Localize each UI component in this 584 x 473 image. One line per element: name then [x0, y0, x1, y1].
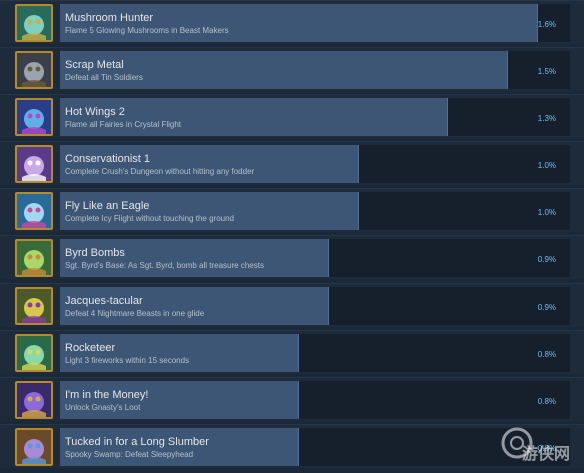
progress-track [60, 239, 570, 277]
achievement-title: Mushroom Hunter [65, 12, 154, 24]
scrap-metal-icon [15, 51, 53, 89]
unlock-percentage: 0.8% [537, 350, 556, 359]
unlock-percentage: 1.3% [537, 114, 556, 123]
achievement-row: Conservationist 1 Complete Crush's Dungeo… [0, 141, 584, 185]
achievement-title: Fly Like an Eagle [65, 200, 150, 212]
achievement-title: Jacques-tacular [65, 295, 143, 307]
achievement-row: Scrap Metal Defeat all Tin Soldiers 1.5% [0, 47, 584, 91]
progress-track [60, 334, 570, 372]
unlock-percentage: 1.0% [537, 161, 556, 170]
achievement-description: Sgt. Byrd's Base: As Sgt. Byrd, bomb all… [65, 261, 264, 270]
achievement-description: Flame 5 Glowing Mushrooms in Beast Maker… [65, 26, 229, 35]
achievement-row: Fly Like an Eagle Complete Icy Flight wit… [0, 188, 584, 232]
achievement-description: Defeat 4 Nightmare Beasts in one glide [65, 309, 205, 318]
unlock-percentage: 1.5% [537, 67, 556, 76]
achievement-row: Jacques-tacular Defeat 4 Nightmare Beasts… [0, 283, 584, 327]
fly-like-an-eagle-icon [15, 192, 53, 230]
jacques-tacular-icon [15, 287, 53, 325]
achievement-description: Light 3 fireworks within 15 seconds [65, 356, 190, 365]
achievement-title: Scrap Metal [65, 59, 124, 71]
rocketeer-icon [15, 334, 53, 372]
progress-track [60, 98, 570, 136]
conservationist-icon [15, 145, 53, 183]
achievement-title: Rocketeer [65, 342, 116, 354]
achievement-title: Hot Wings 2 [65, 106, 125, 118]
achievement-row: Rocketeer Light 3 fireworks within 15 sec… [0, 330, 584, 374]
achievement-title: Byrd Bombs [65, 247, 125, 259]
achievement-description: Flame all Fairies in Crystal Flight [65, 120, 182, 129]
achievement-title: Tucked in for a Long Slumber [65, 436, 209, 448]
in-the-money-icon [15, 381, 53, 419]
achievement-description: Complete Icy Flight without touching the… [65, 214, 234, 223]
achievement-description: Defeat all Tin Soldiers [65, 73, 143, 82]
achievement-row: Tucked in for a Long Slumber Spooky Swamp… [0, 424, 584, 468]
progress-fill [60, 51, 508, 89]
watermark-text: 游侠网 [522, 446, 571, 463]
long-slumber-icon [15, 428, 53, 466]
byrd-bombs-icon [15, 239, 53, 277]
unlock-percentage: 1.6% [537, 20, 556, 29]
unlock-percentage: 1.0% [537, 208, 556, 217]
achievement-description: Spooky Swamp: Defeat Sleepyhead [65, 450, 194, 459]
progress-track [60, 51, 570, 89]
achievement-description: Complete Crush's Dungeon without hitting… [65, 167, 255, 176]
unlock-percentage: 0.9% [537, 255, 556, 264]
hot-wings-icon [15, 98, 53, 136]
achievement-row: I'm in the Money! Unlock Gnasty's Loot 0.8… [0, 377, 584, 421]
unlock-percentage: 0.8% [537, 397, 556, 406]
achievement-description: Unlock Gnasty's Loot [65, 403, 141, 412]
mushroom-hunter-icon [15, 4, 53, 42]
achievement-list: Mushroom Hunter Flame 5 Glowing Mushrooms… [0, 0, 584, 473]
achievement-title: I'm in the Money! [65, 389, 149, 401]
achievement-row: Byrd Bombs Sgt. Byrd's Base: As Sgt. Byrd… [0, 235, 584, 279]
unlock-percentage: 0.9% [537, 303, 556, 312]
achievement-row: Hot Wings 2 Flame all Fairies in Crystal … [0, 94, 584, 138]
achievement-title: Conservationist 1 [65, 153, 150, 165]
achievement-row: Mushroom Hunter Flame 5 Glowing Mushrooms… [0, 0, 584, 44]
